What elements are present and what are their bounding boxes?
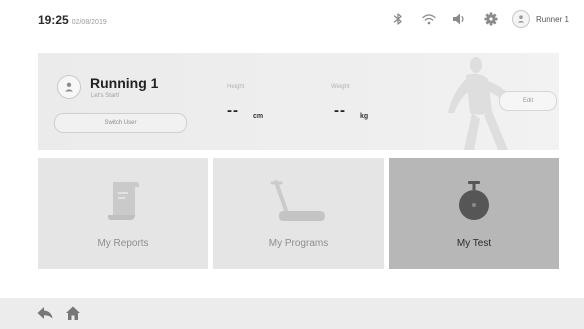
weight-value: -- xyxy=(334,102,346,119)
switch-user-button[interactable]: Switch User xyxy=(54,113,187,133)
tile-my-test-label: My Test xyxy=(456,238,492,249)
height-value: -- xyxy=(227,102,239,119)
edit-profile-button[interactable]: Edit xyxy=(499,91,557,111)
profile-subtitle: Let's Start! xyxy=(91,93,120,99)
stopwatch-icon xyxy=(459,181,489,220)
date-text: 02/08/2019 xyxy=(71,19,107,26)
home-icon[interactable] xyxy=(64,305,82,321)
reports-scroll-icon xyxy=(108,182,139,220)
volume-icon[interactable] xyxy=(451,11,467,27)
tile-my-reports[interactable]: My Reports xyxy=(38,158,208,269)
height-unit: cm xyxy=(253,113,264,120)
profile-card: Running 1 Let's Start! Switch User Heigh… xyxy=(38,53,559,150)
bluetooth-icon[interactable] xyxy=(390,11,406,27)
weight-label: Weight xyxy=(331,84,350,90)
settings-gear-icon[interactable] xyxy=(483,11,499,27)
user-avatar-icon xyxy=(512,10,530,28)
user-chip[interactable]: Runner 1 xyxy=(512,10,569,28)
tile-my-programs-label: My Programs xyxy=(268,238,329,249)
profile-avatar-icon xyxy=(57,75,81,99)
weight-unit: kg xyxy=(360,113,369,120)
bottom-navigation-bar xyxy=(0,298,584,329)
profile-name: Running 1 xyxy=(90,75,159,91)
height-label: Height xyxy=(227,84,245,90)
treadmill-icon xyxy=(270,180,325,221)
back-arrow-icon[interactable] xyxy=(36,305,54,321)
user-name: Runner 1 xyxy=(536,14,569,24)
clock: 19:25 02/08/2019 xyxy=(38,13,107,27)
tile-my-reports-label: My Reports xyxy=(97,238,149,249)
tile-my-test[interactable]: My Test xyxy=(389,158,559,269)
status-bar: 19:25 02/08/2019 Runner 1 xyxy=(0,0,584,40)
time-text: 19:25 xyxy=(38,13,69,27)
tile-my-programs[interactable]: My Programs xyxy=(213,158,384,269)
wifi-icon[interactable] xyxy=(421,11,437,27)
